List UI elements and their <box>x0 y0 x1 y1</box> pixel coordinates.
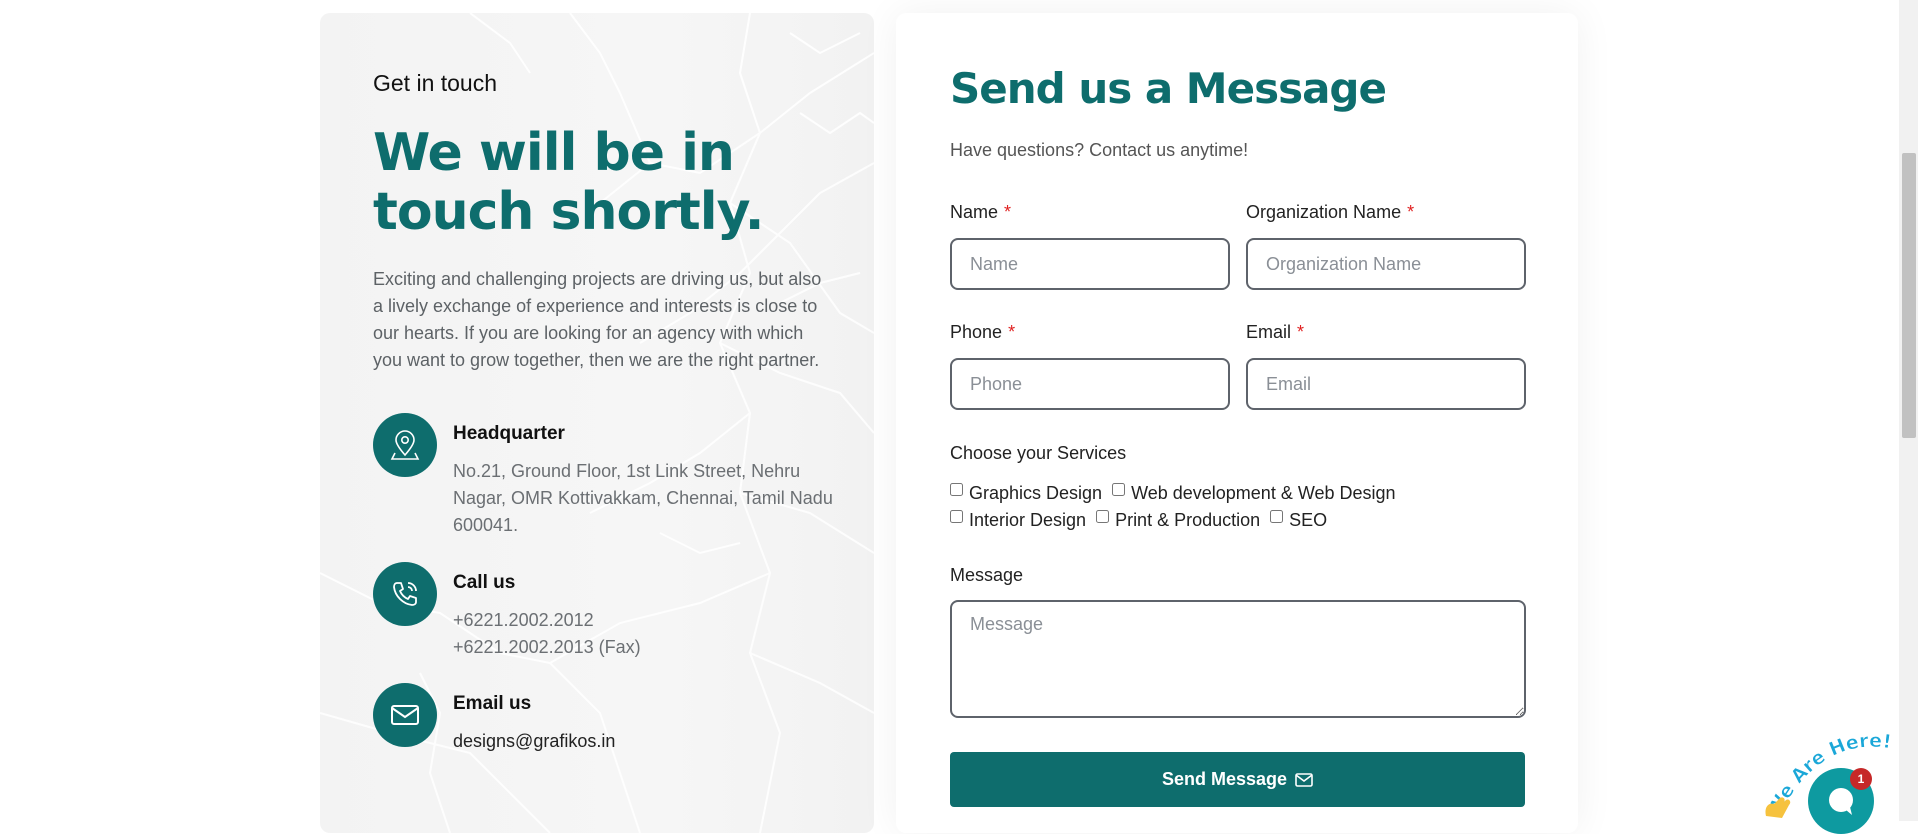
services-label: Choose your Services <box>950 443 1127 463</box>
chat-icon <box>1829 788 1853 815</box>
service-graphics-design[interactable]: Graphics Design <box>950 483 1102 504</box>
service-checkbox[interactable] <box>1096 510 1110 523</box>
headline: We will be in touch shortly. <box>373 123 764 242</box>
message-label: Message <box>950 565 1024 585</box>
chat-notification-badge: 1 <box>1850 768 1872 790</box>
phone-icon <box>373 562 437 626</box>
phone-label: Phone * <box>950 322 1016 342</box>
send-message-button[interactable]: Send Message <box>950 752 1525 807</box>
location-pin-icon <box>373 413 437 477</box>
name-input[interactable] <box>950 238 1230 290</box>
required-marker: * <box>1008 322 1016 342</box>
headquarter-title: Headquarter <box>453 423 565 444</box>
envelope-icon <box>1295 772 1313 787</box>
headquarter-address: No.21, Ground Floor, 1st Link Street, Ne… <box>453 461 833 535</box>
email-input[interactable] <box>1246 358 1526 410</box>
form-title: Send us a Message <box>950 64 1387 113</box>
email-title: Email us <box>453 693 532 714</box>
service-checkbox[interactable] <box>950 483 963 496</box>
message-textarea[interactable] <box>950 600 1526 718</box>
service-seo[interactable]: SEO <box>1270 510 1327 531</box>
service-checkbox[interactable] <box>950 510 963 523</box>
service-interior-design[interactable]: Interior Design <box>950 510 1086 531</box>
required-marker: * <box>1297 322 1305 342</box>
email-label: Email * <box>1246 322 1305 342</box>
services-row-2: Interior Design Print & Production SEO <box>950 510 1337 531</box>
service-checkbox[interactable] <box>1270 510 1284 523</box>
services-row-1: Graphics Design Web development & Web De… <box>950 483 1406 504</box>
service-print-production[interactable]: Print & Production <box>1096 510 1260 531</box>
organization-label: Organization Name * <box>1246 202 1415 222</box>
fax-number: +6221.2002.2013 (Fax) <box>453 637 641 657</box>
name-label: Name * <box>950 202 1012 222</box>
phone-number[interactable]: +6221.2002.2012 <box>453 607 833 634</box>
send-message-label: Send Message <box>1161 769 1288 789</box>
form-subtitle: Have questions? Contact us anytime! <box>950 140 1249 160</box>
mail-icon <box>373 683 437 747</box>
required-marker: * <box>1004 202 1012 222</box>
page-scrollbar-thumb[interactable] <box>1902 153 1916 438</box>
service-checkbox[interactable] <box>1112 483 1126 496</box>
phone-input[interactable] <box>950 358 1230 410</box>
organization-input[interactable] <box>1246 238 1526 290</box>
call-lines: +6221.2002.2012 +6221.2002.2013 (Fax) <box>453 607 833 661</box>
intro-paragraph: Exciting and challenging projects are dr… <box>373 269 822 370</box>
call-title: Call us <box>453 572 516 593</box>
eyebrow-text: Get in touch <box>373 70 498 96</box>
email-address[interactable]: designs@grafikos.in <box>453 728 833 755</box>
service-web-development[interactable]: Web development & Web Design <box>1112 483 1396 504</box>
required-marker: * <box>1407 202 1415 222</box>
